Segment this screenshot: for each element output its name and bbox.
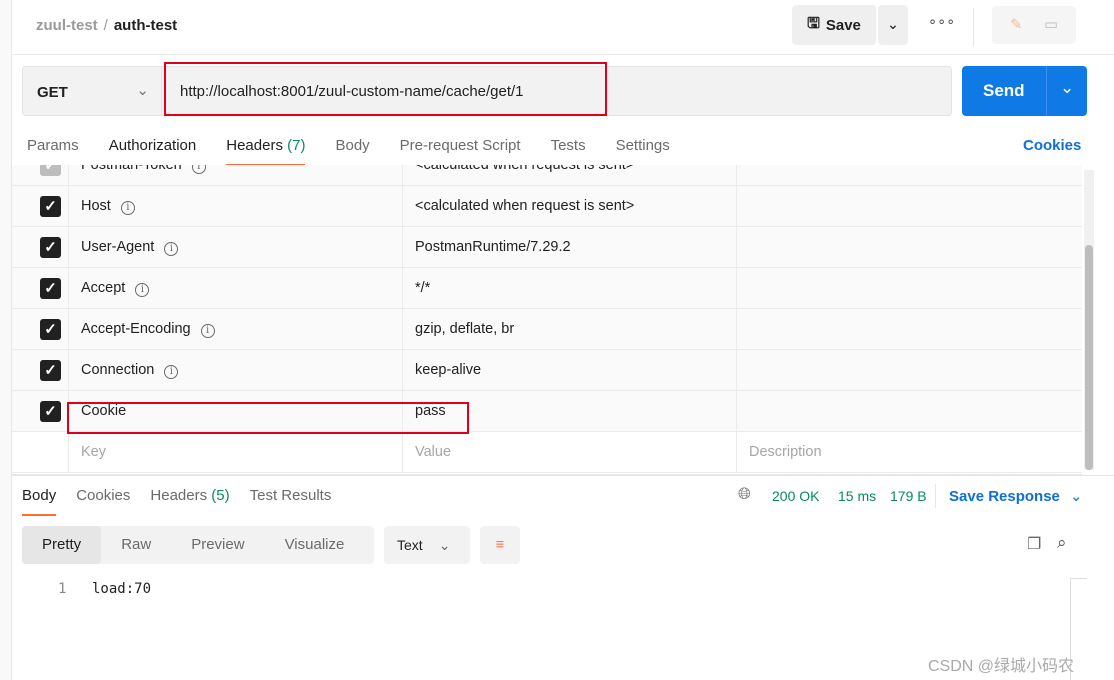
cookie-highlight-box bbox=[67, 402, 469, 434]
header-key[interactable]: Accept i bbox=[68, 268, 402, 309]
info-icon[interactable]: i bbox=[191, 165, 206, 174]
tab-headers[interactable]: Headers (7) bbox=[226, 137, 306, 166]
view-preview[interactable]: Preview bbox=[171, 526, 264, 564]
header-row: ✓ User-Agent i PostmanRuntime/7.29.2 bbox=[12, 227, 1082, 268]
method-select[interactable]: GET ⌄ bbox=[22, 66, 162, 116]
save-dropdown-button[interactable]: ⌄ bbox=[878, 5, 908, 45]
header-row: ✓ Connection i keep-alive bbox=[12, 350, 1082, 391]
response-tab-body[interactable]: Body bbox=[22, 487, 57, 516]
search-icon[interactable]: ⌕ bbox=[1057, 533, 1067, 553]
globe-icon[interactable]: 🌐︎ bbox=[738, 486, 751, 504]
new-header-row: Key Value Description bbox=[12, 432, 1082, 473]
info-icon[interactable]: i bbox=[164, 242, 179, 256]
header-description[interactable] bbox=[736, 268, 1082, 309]
header-value[interactable]: PostmanRuntime/7.29.2 bbox=[402, 227, 736, 268]
chevron-down-icon: ⌄ bbox=[886, 17, 900, 33]
cookies-link[interactable]: Cookies bbox=[1023, 137, 1081, 154]
sidebar-strip bbox=[0, 0, 12, 680]
info-icon[interactable]: i bbox=[200, 324, 215, 338]
response-tabs: Body Cookies Headers (5) Test Results bbox=[22, 487, 351, 516]
header-key[interactable]: Host i bbox=[68, 186, 402, 227]
save-response-button[interactable]: Save Response ⌄ bbox=[949, 487, 1082, 505]
header-row: ✓ Host i <calculated when request is sent… bbox=[12, 186, 1082, 227]
checkbox[interactable]: ✓ bbox=[40, 278, 61, 299]
line-number: 1 bbox=[58, 581, 67, 597]
copy-icon[interactable]: ❐ bbox=[1027, 534, 1045, 553]
scrollbar-thumb[interactable] bbox=[1085, 245, 1093, 470]
header-row: ✓ Postman-Token i <calculated when reques… bbox=[12, 165, 1082, 186]
chevron-down-icon: ⌄ bbox=[1069, 488, 1083, 505]
header-key[interactable]: Connection i bbox=[68, 350, 402, 391]
header-description[interactable] bbox=[736, 186, 1082, 227]
description-input[interactable]: Description bbox=[736, 432, 1082, 473]
tab-params[interactable]: Params bbox=[27, 137, 79, 164]
header-value[interactable]: gzip, deflate, br bbox=[402, 309, 736, 350]
response-body-line[interactable]: load:70 bbox=[92, 581, 151, 597]
send-button[interactable]: Send ⌄ bbox=[962, 66, 1087, 116]
checkbox[interactable]: ✓ bbox=[40, 360, 61, 381]
tab-body[interactable]: Body bbox=[335, 137, 369, 164]
wrap-lines-icon[interactable]: ≡ bbox=[480, 526, 520, 564]
url-highlight-box bbox=[164, 62, 607, 116]
checkbox[interactable]: ✓ bbox=[40, 401, 61, 422]
header-value[interactable]: <calculated when request is sent> bbox=[402, 186, 736, 227]
header-row: ✓ Accept-Encoding i gzip, deflate, br bbox=[12, 309, 1082, 350]
status-code[interactable]: 200 OK bbox=[772, 488, 819, 504]
chevron-down-icon[interactable]: ⌄ bbox=[1060, 78, 1074, 98]
view-raw[interactable]: Raw bbox=[101, 526, 171, 564]
header-description[interactable] bbox=[736, 165, 1082, 186]
checkbox[interactable]: ✓ bbox=[40, 165, 61, 176]
header-description[interactable] bbox=[736, 391, 1082, 432]
header-description[interactable] bbox=[736, 350, 1082, 391]
request-tabs: Params Authorization Headers (7) Body Pr… bbox=[27, 137, 700, 166]
chevron-down-icon: ⌄ bbox=[438, 536, 451, 553]
save-icon: 🖫 bbox=[807, 14, 820, 32]
tab-settings[interactable]: Settings bbox=[616, 137, 670, 164]
info-icon[interactable]: i bbox=[164, 365, 179, 379]
divider bbox=[973, 8, 974, 46]
watermark: CSDN @绿城小码农 bbox=[928, 658, 1075, 675]
header-row: ✓ Accept i */* bbox=[12, 268, 1082, 309]
breadcrumb-collection[interactable]: zuul-test bbox=[36, 17, 98, 34]
chevron-down-icon: ⌄ bbox=[136, 82, 149, 99]
checkbox[interactable]: ✓ bbox=[40, 237, 61, 258]
view-visualize[interactable]: Visualize bbox=[265, 526, 365, 564]
header-key[interactable]: Postman-Token i bbox=[68, 165, 402, 186]
info-icon[interactable]: i bbox=[120, 201, 135, 215]
header-description[interactable] bbox=[736, 227, 1082, 268]
checkbox[interactable]: ✓ bbox=[40, 196, 61, 217]
breadcrumb: zuul-test / auth-test bbox=[36, 17, 178, 34]
response-tab-headers[interactable]: Headers (5) bbox=[150, 487, 229, 514]
tab-authorization[interactable]: Authorization bbox=[109, 137, 197, 164]
key-input[interactable]: Key bbox=[68, 432, 402, 473]
view-mode-selector: Pretty Raw Preview Visualize bbox=[22, 526, 374, 564]
tab-pre-request-script[interactable]: Pre-request Script bbox=[400, 137, 521, 164]
more-options-icon[interactable]: ∘∘∘ bbox=[928, 14, 955, 30]
response-tab-test-results[interactable]: Test Results bbox=[250, 487, 332, 514]
header-value[interactable]: keep-alive bbox=[402, 350, 736, 391]
header-description[interactable] bbox=[736, 309, 1082, 350]
tab-tests[interactable]: Tests bbox=[551, 137, 586, 164]
response-tab-cookies[interactable]: Cookies bbox=[76, 487, 130, 514]
value-input[interactable]: Value bbox=[402, 432, 736, 473]
format-select[interactable]: Text ⌄ bbox=[384, 526, 470, 564]
header-value[interactable]: <calculated when request is sent> bbox=[402, 165, 736, 186]
response-size[interactable]: 179 B bbox=[890, 488, 927, 504]
mode-toggle[interactable]: ✎ ▭ bbox=[992, 6, 1076, 44]
comment-icon[interactable]: ▭ bbox=[1044, 17, 1058, 33]
info-icon[interactable]: i bbox=[135, 283, 150, 297]
view-pretty[interactable]: Pretty bbox=[22, 526, 102, 564]
save-button[interactable]: 🖫 Save bbox=[792, 5, 876, 45]
checkbox[interactable]: ✓ bbox=[40, 319, 61, 340]
header-key[interactable]: Accept-Encoding i bbox=[68, 309, 402, 350]
header-key[interactable]: User-Agent i bbox=[68, 227, 402, 268]
response-time[interactable]: 15 ms bbox=[838, 488, 876, 504]
breadcrumb-request: auth-test bbox=[113, 17, 178, 34]
pencil-icon[interactable]: ✎ bbox=[1010, 17, 1022, 33]
header-value[interactable]: */* bbox=[402, 268, 736, 309]
